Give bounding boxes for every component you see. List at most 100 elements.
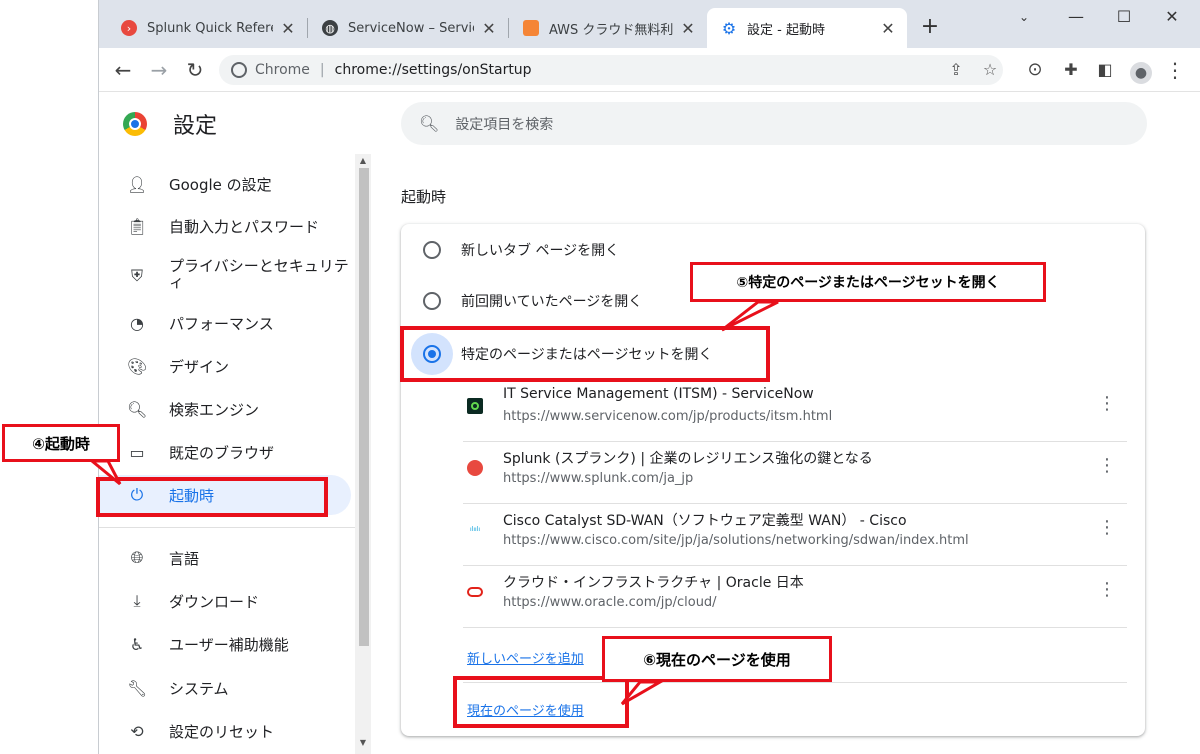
close-icon[interactable]: ✕ (480, 19, 498, 38)
maximize-button[interactable]: ☐ (1101, 4, 1147, 30)
reload-button[interactable]: ↻ (181, 56, 209, 84)
page-title: IT Service Management (ITSM) - ServiceNo… (503, 386, 814, 402)
menu-kebab-icon[interactable]: ⋮ (1161, 56, 1189, 84)
back-button[interactable]: ← (109, 56, 137, 84)
scroll-up-icon[interactable]: ▲ (357, 156, 369, 168)
add-new-page-link[interactable]: 新しいページを追加 (467, 648, 584, 667)
minimize-button[interactable]: — (1053, 4, 1099, 30)
toolbar: ← → ↻ Chrome | chrome://settings/onStart… (99, 48, 1200, 92)
profile-avatar[interactable]: ● (1127, 56, 1155, 84)
section-title: 起動時 (401, 188, 447, 206)
sidebar-item-label: 言語 (169, 549, 200, 568)
more-options-icon[interactable]: ⋮ (1097, 516, 1117, 540)
more-options-icon[interactable]: ⋮ (1097, 392, 1117, 416)
sidebar-item-default-browser[interactable]: ▭ 既定のブラウザ (99, 432, 351, 472)
sidebar-item-google[interactable]: 👤︎ Google の設定 (99, 164, 351, 204)
sidebar-item-label: デザイン (169, 357, 230, 376)
highlight-use-current (453, 676, 629, 728)
side-panel-icon[interactable]: ◧ (1091, 56, 1119, 84)
close-window-button[interactable]: ✕ (1149, 4, 1195, 30)
aws-icon (523, 20, 539, 36)
speedometer-icon: ◔ (130, 313, 144, 333)
page-title: 設定 (173, 114, 218, 139)
sidebar-item-downloads[interactable]: ⤓ ダウンロード (99, 581, 351, 621)
scroll-thumb[interactable] (359, 168, 369, 646)
sidebar-item-design[interactable]: 🎨︎ デザイン (99, 346, 351, 386)
gear-icon: ⚙ (721, 18, 737, 38)
tab-title: Splunk Quick Referen (147, 20, 273, 36)
person-icon: 👤︎ (127, 174, 148, 194)
splunk-icon: › (121, 20, 137, 36)
radio-button[interactable] (423, 292, 441, 310)
new-tab-button[interactable]: + (917, 14, 943, 40)
sidebar-item-label: システム (169, 679, 229, 698)
sidebar-item-system[interactable]: 🔧︎ システム (99, 668, 351, 708)
scroll-down-icon[interactable]: ▼ (357, 738, 369, 750)
sidebar-item-label: 自動入力とパスワード (169, 217, 320, 236)
startup-page-item: クラウド・インフラストラクチャ | Oracle 日本 https://www.… (463, 566, 1127, 628)
tab-settings[interactable]: ⚙ 設定 - 起動時 ✕ (707, 8, 907, 48)
page-title: クラウド・インフラストラクチャ | Oracle 日本 (503, 575, 804, 591)
startup-page-item: IT Service Management (ITSM) - ServiceNo… (463, 380, 1127, 442)
page-url: https://www.cisco.com/site/jp/ja/solutio… (503, 533, 969, 548)
tab-search-icon[interactable]: ⌄ (1001, 4, 1047, 30)
sidebar-item-privacy[interactable]: ⛨ プライバシーとセキュリティ (99, 254, 351, 294)
url-text: chrome://settings/onStartup (334, 62, 532, 78)
tab-title: AWS クラウド無料利用 (549, 22, 673, 38)
close-icon[interactable]: ✕ (879, 19, 897, 38)
close-icon[interactable]: ✕ (679, 19, 697, 38)
oracle-icon (467, 587, 483, 597)
radio-label: 新しいタブ ページを開く (461, 243, 620, 259)
puzzle-icon[interactable]: ✚ (1057, 56, 1085, 84)
page-title: Splunk (スプランク) | 企業のレジリエンス強化の鍵となる (503, 451, 873, 467)
startup-page-item: Splunk (スプランク) | 企業のレジリエンス強化の鍵となる https:… (463, 442, 1127, 504)
share-icon[interactable]: ⇪ (945, 59, 967, 81)
page-url: https://www.servicenow.com/jp/products/i… (503, 409, 833, 424)
radio-button[interactable] (423, 241, 441, 259)
tab-splunk[interactable]: › Splunk Quick Referen ✕ (107, 8, 307, 48)
settings-search-input[interactable]: 🔍︎ 設定項目を検索 (401, 102, 1147, 145)
sidebar: 👤︎ Google の設定 📋︎ 自動入力とパスワード ⛨ プライバシーとセキュ… (99, 158, 355, 754)
tab-aws[interactable]: AWS クラウド無料利用 ✕ (509, 8, 707, 48)
tab-servicenow[interactable]: ◍ ServiceNow – Service ✕ (308, 8, 508, 48)
servicenow-icon (467, 398, 483, 414)
forward-button[interactable]: → (145, 56, 173, 84)
sidebar-item-label: ダウンロード (169, 592, 260, 611)
page-url: https://www.oracle.com/jp/cloud/ (503, 595, 717, 610)
sidebar-item-label: 設定のリセット (169, 722, 275, 741)
palette-icon: 🎨︎ (127, 356, 148, 376)
page-title: Cisco Catalyst SD-WAN（ソフトウェア定義型 WAN） - C… (503, 513, 907, 529)
sidebar-item-label: 検索エンジン (169, 400, 260, 419)
sidebar-item-autofill[interactable]: 📋︎ 自動入力とパスワード (99, 206, 351, 246)
more-options-icon[interactable]: ⋮ (1097, 454, 1117, 478)
sidebar-scrollbar[interactable]: ▲ ▼ (355, 154, 371, 754)
tab-strip: › Splunk Quick Referen ✕ ◍ ServiceNow – … (99, 0, 1200, 48)
sidebar-item-reset[interactable]: ⟲ 設定のリセット (99, 711, 351, 751)
extension-icon[interactable]: ⊙ (1021, 56, 1049, 84)
globe-icon: 🌐︎ (130, 548, 144, 567)
radio-label: 前回開いていたページを開く (461, 294, 643, 310)
sidebar-divider (99, 527, 355, 528)
address-bar[interactable]: Chrome | chrome://settings/onStartup ⇪ ☆ (219, 55, 1003, 85)
sidebar-item-accessibility[interactable]: ♿︎ ユーザー補助機能 (99, 624, 351, 664)
splunk-icon (467, 460, 483, 476)
bookmark-star-icon[interactable]: ☆ (979, 59, 1001, 81)
sidebar-item-search-engine[interactable]: 🔍︎ 検索エンジン (99, 389, 351, 429)
highlight-specific-pages (400, 326, 770, 382)
chrome-icon (231, 62, 247, 78)
close-icon[interactable]: ✕ (279, 19, 297, 38)
search-placeholder: 設定項目を検索 (455, 116, 554, 133)
sidebar-item-label: Google の設定 (169, 175, 272, 194)
callout-4: ④起動時 (2, 424, 120, 462)
sidebar-item-languages[interactable]: 🌐︎ 言語 (99, 538, 351, 578)
more-options-icon[interactable]: ⋮ (1097, 578, 1117, 602)
tab-title: ServiceNow – Service (348, 20, 474, 36)
sidebar-item-label: パフォーマンス (169, 314, 274, 333)
sidebar-item-performance[interactable]: ◔ パフォーマンス (99, 303, 351, 343)
search-icon: 🔍︎ (419, 114, 440, 133)
clipboard-icon: 📋︎ (127, 216, 148, 236)
callout-5: ⑤特定のページまたはページセットを開く (690, 262, 1046, 302)
sidebar-item-label: 既定のブラウザ (169, 443, 275, 462)
site-label: Chrome (255, 62, 310, 78)
chrome-logo (123, 112, 147, 136)
